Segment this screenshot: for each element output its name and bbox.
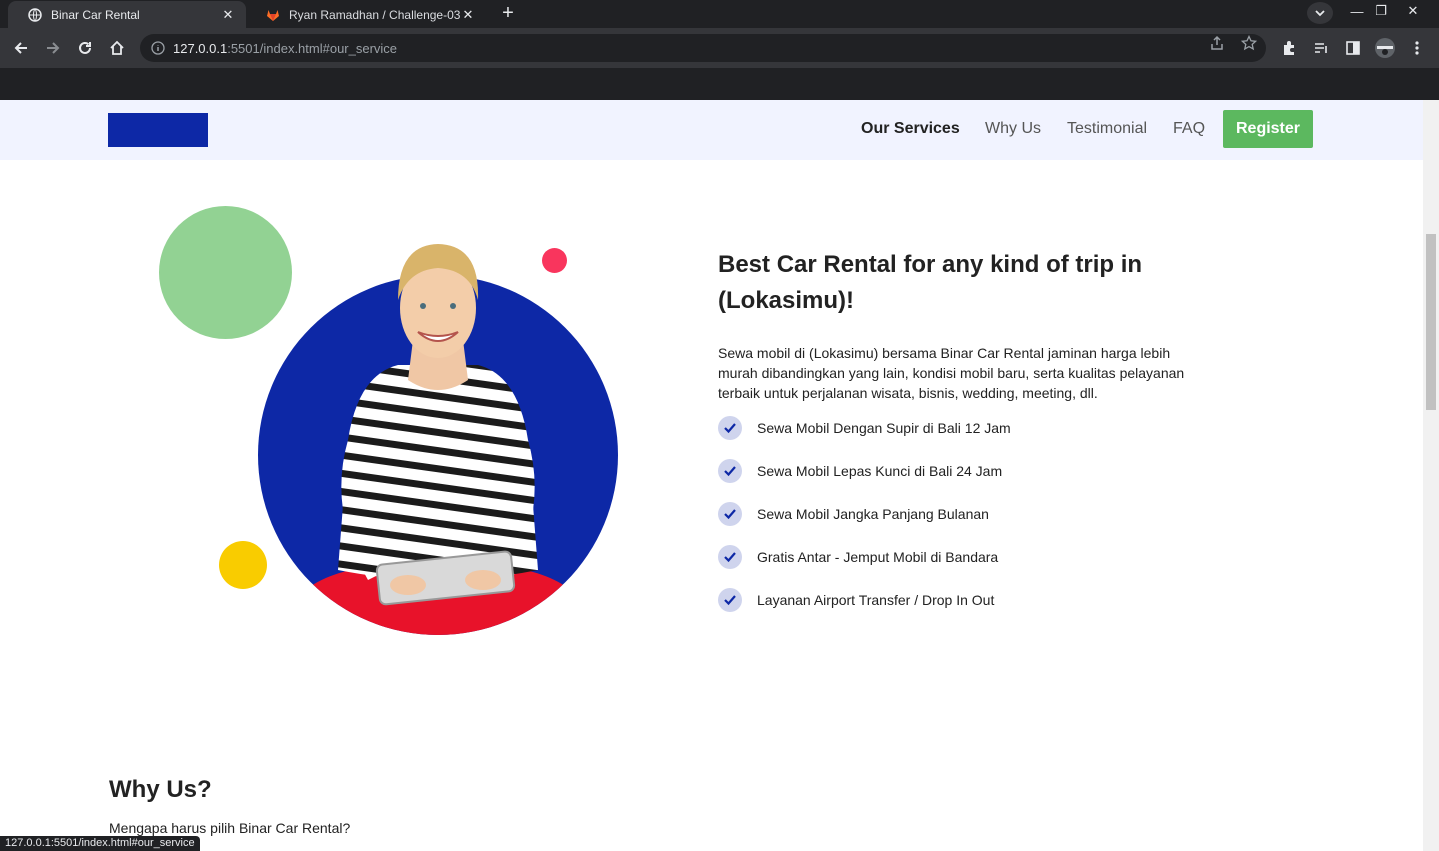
back-button[interactable]	[9, 36, 33, 60]
close-tab-icon[interactable]: ✕	[460, 7, 476, 23]
tab-gitlab-challenge[interactable]: Ryan Ramadhan / Challenge-03 · ✕	[246, 1, 486, 28]
feature-item: Gratis Antar - Jemput Mobil di Bandara	[718, 545, 998, 569]
reload-button[interactable]	[73, 36, 97, 60]
gitlab-icon	[266, 8, 280, 22]
browser-tab-bar: Binar Car Rental ✕ Ryan Ramadhan / Chall…	[0, 0, 1439, 28]
feature-text: Sewa Mobil Jangka Panjang Bulanan	[757, 506, 989, 522]
hero-title: Best Car Rental for any kind of trip in …	[718, 251, 1143, 314]
nav-link-why-us[interactable]: Why Us	[985, 120, 1041, 138]
nav-link-testimonial[interactable]: Testimonial	[1067, 120, 1147, 138]
restore-button[interactable]: ❐	[1366, 0, 1396, 22]
feature-text: Sewa Mobil Lepas Kunci di Bali 24 Jam	[757, 463, 1003, 479]
bookmark-star-icon[interactable]	[1240, 34, 1258, 52]
why-us-subtitle: Mengapa harus pilih Binar Car Rental?	[109, 820, 351, 836]
feature-text: Gratis Antar - Jemput Mobil di Bandara	[757, 549, 999, 565]
side-panel-icon[interactable]	[1341, 36, 1365, 60]
menu-kebab-icon[interactable]	[1405, 36, 1429, 60]
feature-text: Sewa Mobil Dengan Supir di Bali 12 Jam	[757, 420, 1011, 436]
why-us-title: Why Us?	[109, 776, 212, 803]
url-text: 127.0.0.1:5501/index.html#our_service	[173, 41, 397, 56]
tab-binar-car-rental[interactable]: Binar Car Rental ✕	[8, 1, 246, 28]
site-navbar: Our Services Why Us Testimonial FAQ Regi…	[0, 100, 1423, 160]
hero-illustration	[150, 200, 630, 640]
devtools-strip	[0, 68, 1439, 100]
feature-item: Sewa Mobil Dengan Supir di Bali 12 Jam	[718, 416, 1011, 440]
feature-item: Sewa Mobil Jangka Panjang Bulanan	[718, 502, 989, 526]
tab-title: Ryan Ramadhan / Challenge-03 ·	[289, 7, 460, 22]
browser-toolbar: 127.0.0.1:5501/index.html#our_service	[0, 28, 1439, 68]
arrow-right-icon	[47, 42, 60, 54]
check-icon	[718, 459, 742, 483]
globe-icon	[28, 7, 42, 22]
status-bar-url: 127.0.0.1:5501/index.html#our_service	[0, 836, 200, 851]
reload-icon	[79, 41, 91, 54]
page-scrollbar[interactable]	[1423, 100, 1439, 851]
new-tab-button[interactable]: +	[496, 3, 520, 25]
tab-search-button[interactable]	[1307, 2, 1333, 24]
close-tab-icon[interactable]: ✕	[220, 7, 236, 23]
check-icon	[718, 545, 742, 569]
nav-link-faq[interactable]: FAQ	[1173, 120, 1205, 138]
arrow-left-icon	[14, 42, 27, 54]
home-icon	[110, 40, 124, 55]
hero-description: Sewa mobil di (Lokasimu) bersama Binar C…	[718, 345, 1185, 401]
share-icon[interactable]	[1208, 34, 1226, 52]
extensions-icon[interactable]	[1277, 36, 1301, 60]
address-bar[interactable]: 127.0.0.1:5501/index.html#our_service	[140, 34, 1266, 62]
tab-title: Binar Car Rental	[51, 7, 140, 22]
check-icon	[718, 416, 742, 440]
check-icon	[718, 502, 742, 526]
feature-text: Layanan Airport Transfer / Drop In Out	[757, 592, 995, 608]
url-host: 127.0.0.1	[173, 40, 228, 56]
home-button[interactable]	[105, 36, 129, 60]
forward-button[interactable]	[41, 36, 65, 60]
woman-with-tablet-image	[258, 244, 618, 635]
chevron-down-icon	[1315, 10, 1325, 17]
profile-avatar[interactable]	[1373, 36, 1397, 60]
register-button[interactable]: Register	[1223, 110, 1313, 148]
nav-link-our-services[interactable]: Our Services	[861, 120, 960, 138]
site-logo[interactable]	[108, 113, 208, 147]
page-viewport: Our Services Why Us Testimonial FAQ Regi…	[0, 100, 1423, 851]
reading-list-icon[interactable]	[1309, 36, 1333, 60]
check-icon	[718, 588, 742, 612]
close-window-button[interactable]: ✕	[1398, 0, 1428, 22]
info-icon[interactable]	[150, 40, 166, 56]
feature-item: Layanan Airport Transfer / Drop In Out	[718, 588, 994, 612]
scrollbar-thumb[interactable]	[1426, 234, 1436, 410]
feature-item: Sewa Mobil Lepas Kunci di Bali 24 Jam	[718, 459, 1002, 483]
url-path: :5501/index.html#our_service	[227, 40, 398, 56]
